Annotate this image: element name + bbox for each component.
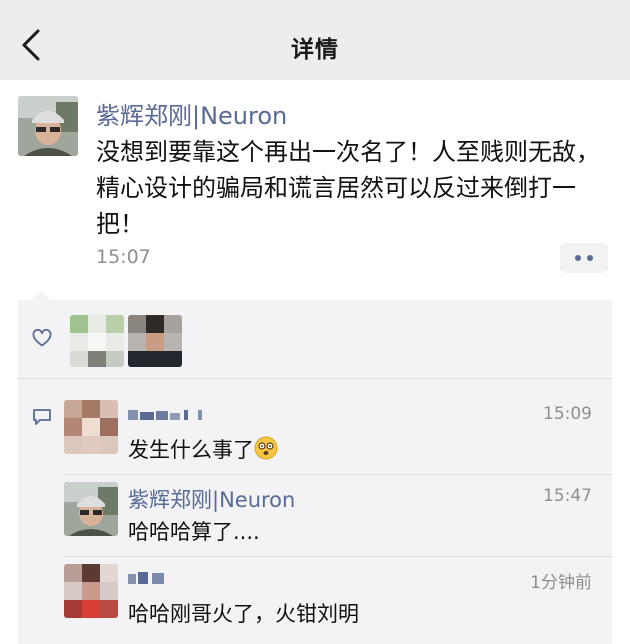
post-timestamp: 15:07 [96, 246, 151, 268]
page-title: 详情 [291, 37, 339, 63]
comment-text: 哈哈哈算了.... [128, 520, 260, 544]
comment-text: 发生什么事了 [128, 434, 278, 464]
dizzy-face-emoji [254, 436, 278, 460]
comment-item[interactable]: 紫辉郑刚|Neuron 15:47 哈哈哈算了.... [64, 482, 612, 544]
commenter-avatar[interactable] [64, 400, 118, 454]
comment-bubble-icon [33, 409, 51, 425]
comment-timestamp: 1分钟前 [530, 573, 592, 593]
comment-item[interactable]: 1分钟前 哈哈刚哥火了，火钳刘明 [64, 564, 612, 626]
comment-timestamp: 15:09 [543, 404, 592, 424]
post-content: 没想到要靠这个再出一次名了！人至贱则无敌，精心设计的骗局和谎言居然可以反过来倒打… [96, 138, 600, 238]
comment-item[interactable]: 15:09 发生什么事了 [64, 400, 612, 462]
author-avatar[interactable] [18, 96, 78, 156]
liker-avatar-1[interactable] [70, 315, 124, 367]
commenter-name[interactable]: 紫辉郑刚|Neuron [128, 484, 295, 514]
divider [64, 474, 612, 475]
divider [18, 378, 612, 379]
comment-text: 哈哈刚哥火了，火钳刘明 [128, 602, 359, 626]
comment-timestamp: 15:47 [543, 486, 592, 506]
heart-outline-icon [32, 329, 52, 347]
divider [64, 556, 612, 557]
navigation-bar: 详情 [0, 0, 630, 80]
more-dots-icon[interactable] [560, 243, 608, 273]
liker-avatar-2[interactable] [128, 315, 182, 367]
commenter-avatar[interactable] [64, 482, 118, 536]
blurred-name-placeholder [128, 410, 202, 420]
post-author-name[interactable]: 紫辉郑刚|Neuron [96, 96, 287, 131]
interaction-panel: 15:09 发生什么事了 紫辉郑刚|Neuron 15:47 哈哈哈算了....… [18, 300, 612, 644]
blurred-name-placeholder [128, 572, 164, 584]
commenter-avatar[interactable] [64, 564, 118, 618]
